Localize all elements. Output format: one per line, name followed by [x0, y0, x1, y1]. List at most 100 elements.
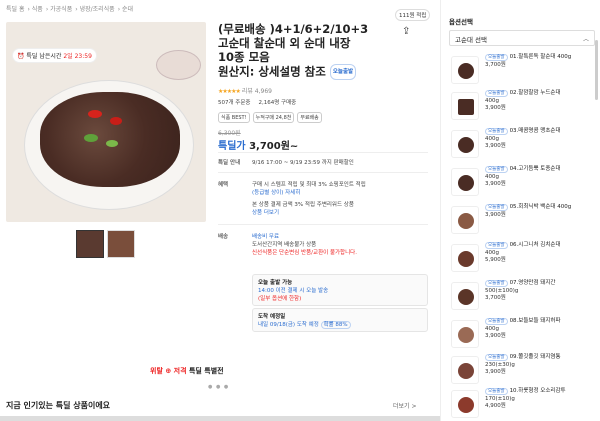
option-thumbnail: [451, 168, 479, 196]
buyer-count: 2,164명 구매중: [258, 100, 297, 106]
option-price: 3,900원: [485, 105, 506, 111]
order-stats: 507개 주문중 2,164명 구매중: [218, 98, 296, 106]
shipping-note: 도서산간지역 배송불가 상품: [252, 242, 317, 248]
option-badge: 오늘출발: [485, 318, 508, 325]
option-weight: 400g: [485, 97, 499, 104]
option-item[interactable]: 오늘출발 02.찰깜찰깜 누드순대 400g 3,900원: [449, 88, 595, 128]
divider: [218, 172, 428, 173]
option-badge: 오늘출발: [485, 204, 508, 211]
title-line: 고순대 찰순대 외 순대 내장: [218, 36, 351, 50]
red-pepper-image: [110, 117, 122, 125]
thumbnail-2[interactable]: [107, 230, 135, 258]
timer-label: 특딜 남은시간: [26, 53, 62, 60]
arrival-title: 도착 예정일: [258, 314, 286, 320]
benefit-detail-link[interactable]: (등급별 상이) 자세히: [252, 188, 366, 196]
breadcrumb-item[interactable]: 가공식품: [50, 6, 72, 13]
ordering-count: 507개 주문중: [218, 100, 251, 106]
share-icon[interactable]: ⇪: [402, 26, 414, 38]
option-badge: 오늘출발: [485, 280, 508, 287]
red-pepper-image: [88, 110, 102, 118]
thumbnail-list: [76, 230, 135, 258]
option-item[interactable]: 오늘출발 07.영양만점 돼지간 500(±100)g 3,700원: [449, 278, 595, 318]
breadcrumb: 특딜 홈 › 식품 › 가공식품 › 냉장/조리식품 › 순대: [6, 6, 134, 13]
option-item[interactable]: 오늘출발 03.매콤명콤 맹초순대 400g 3,900원: [449, 126, 595, 166]
option-thumbnail: [451, 320, 479, 348]
option-badge: 오늘출발: [485, 354, 508, 361]
scrollbar[interactable]: [595, 40, 598, 100]
option-thumbnail: [451, 282, 479, 310]
tag: 누적구매 24,8천: [252, 112, 295, 123]
review-count: 리뷰 4,969: [241, 88, 272, 95]
option-price: 3,700원: [485, 61, 506, 68]
arrival-probability-badge: 확률 88%: [320, 321, 351, 329]
option-item[interactable]: 오늘출발 06.시그니처 김치순대 400g 5,900원: [449, 240, 595, 280]
breadcrumb-item[interactable]: 냉장/조리식품: [80, 6, 115, 13]
benefit-label: 혜택: [218, 182, 229, 188]
option-price: 3,900원: [485, 211, 506, 218]
option-thumbnail: [451, 356, 479, 384]
option-badge: 오늘출발: [485, 242, 508, 249]
thumbnail-1[interactable]: [76, 230, 104, 258]
option-item[interactable]: 오늘출발 08.보들보들 돼지허파 400g 3,900원: [449, 316, 595, 356]
divider: [218, 224, 428, 225]
option-name: 07.영양만점 돼지간: [509, 280, 556, 286]
option-item[interactable]: 오늘출발 01.찰특른독 찰순대 400g 3,700원: [449, 52, 595, 92]
option-item[interactable]: 오늘출발 05.회최닉박 백순대 400g 3,900원: [449, 202, 595, 242]
star-rating-icon: ★★★★★: [218, 88, 241, 95]
option-name: 02.찰깜찰깜 누드순대: [509, 90, 561, 96]
deal-timer-badge: ⏰ 특딜 남은시간 2일 23:59: [12, 48, 97, 63]
option-name: 01.찰특른독 찰순대 400g: [509, 54, 572, 60]
option-price: 5,900원: [485, 257, 506, 263]
option-thumbnail: [451, 56, 479, 84]
shipping-warning: 신선식품은 단순변심 반품/교환이 불가합니다.: [252, 250, 357, 256]
option-weight: 400g: [485, 325, 499, 332]
option-price: 3,900원: [485, 369, 506, 375]
promo-banner[interactable]: 위탈 ⊕ 저격 특딜 특별전: [150, 366, 224, 376]
option-panel: 옵션선택 고순대 선택 ︿ 오늘출발 01.찰특른독 찰순대 400g 3,700원…: [440, 0, 600, 421]
option-badge: 오늘출발: [485, 90, 508, 97]
option-weight: 500(±100)g: [485, 287, 519, 294]
divider: [218, 152, 428, 153]
coupon-tag: 111원 적립: [395, 9, 431, 21]
option-item[interactable]: 오늘출발 04.고기듬뿍 토종순대 400g 3,900원: [449, 164, 595, 204]
green-pepper-image: [84, 134, 98, 142]
carousel-dots[interactable]: ● ● ●: [208, 384, 229, 390]
option-price: 3,900원: [485, 143, 506, 149]
option-name: 03.매콤명콤 맹초순대: [509, 128, 561, 134]
option-badge: 오늘출발: [485, 128, 508, 135]
option-weight: 170(±10)g: [485, 395, 515, 402]
shipping-label: 배송: [218, 234, 229, 240]
today-ship-box: 오늘 출발 가능 14:00 이전 결제 시 오늘 발송 (일부 옵션에 한함): [252, 274, 428, 306]
shipping-fee: 배송비 무료: [252, 234, 280, 240]
option-price: 4,900원: [485, 403, 506, 409]
option-thumbnail: [451, 390, 479, 418]
chevron-up-icon: ︿: [582, 36, 589, 43]
benefit-line: 본 상품 결제 금액 3% 적립 주변리워드 상품: [252, 202, 354, 208]
tag: 무료배송: [297, 112, 322, 123]
option-badge: 오늘출발: [485, 54, 508, 61]
tag: 식품 BEST!: [218, 112, 250, 123]
title-line: 원산지: 상세설명 참조: [218, 64, 326, 79]
benefit-values: 구매 시 스템프 적립 및 최대 3% 쇼핑포인트 적립 (등급별 상이) 자세…: [252, 180, 366, 216]
today-ship-note: (일부 옵션에 한함): [258, 296, 302, 302]
green-pepper-image: [106, 140, 118, 147]
option-badge: 오늘출발: [485, 166, 508, 173]
benefit-more-link[interactable]: 상품 더보기: [252, 208, 366, 216]
product-main-image[interactable]: ⏰ 특딜 남은시간 2일 23:59: [6, 22, 206, 222]
title-line: 10종 모음: [218, 50, 270, 64]
shipping-values: 배송비 무료 도서산간지역 배송불가 상품 신선식품은 단순변심 반품/교환이 …: [252, 232, 357, 256]
popular-more-link[interactable]: 더보기 >: [393, 401, 417, 410]
option-item[interactable]: 오늘출발 10.하룻형정 오소리감투 170(±10)g 4,900원: [449, 386, 595, 421]
option-weight: 400g: [485, 135, 499, 142]
option-weight: 400g: [485, 249, 499, 256]
title-line: (무료배송 )4+1/6+2/10+3: [218, 22, 369, 36]
banner-logo-icon: ⊕: [165, 367, 172, 375]
banner-text: 특딜 특별전: [188, 367, 224, 375]
breadcrumb-item[interactable]: 식품: [32, 6, 43, 13]
option-select[interactable]: 고순대 선택 ︿: [449, 30, 595, 46]
rating[interactable]: ★★★★★ 리뷰 4,969: [218, 86, 272, 95]
bottom-strip: [0, 416, 440, 421]
breadcrumb-item[interactable]: 특딜 홈: [6, 6, 24, 13]
breadcrumb-item[interactable]: 순대: [122, 6, 133, 13]
option-thumbnail: [451, 206, 479, 234]
